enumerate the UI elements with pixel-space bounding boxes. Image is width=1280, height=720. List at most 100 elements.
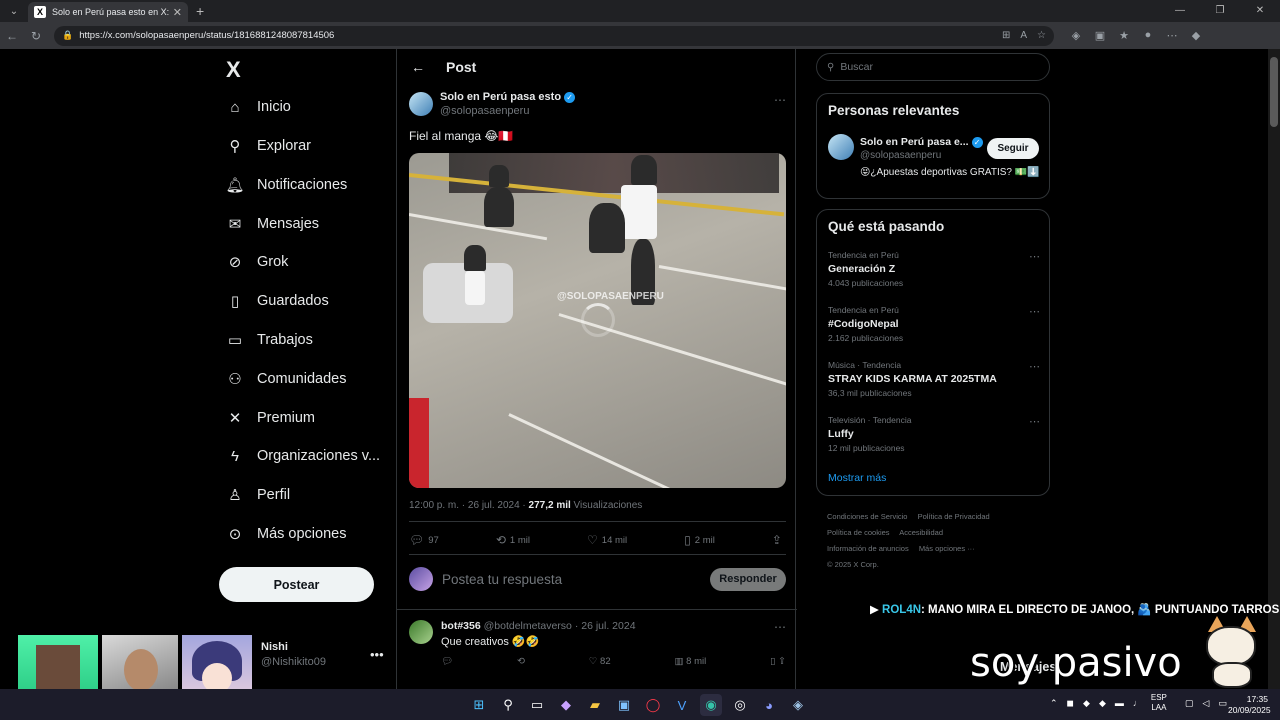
- nav-more[interactable]: ⊙ Más opciones: [226, 519, 347, 549]
- post-author[interactable]: Solo en Perú pasa esto ✓ @solopasaenperu: [409, 91, 576, 117]
- search-input[interactable]: ⚲ Buscar: [816, 53, 1050, 81]
- nav-bookmarks[interactable]: ▯ Guardados: [226, 286, 329, 316]
- url-bar[interactable]: 🔒 https://x.com/solopasaenperu/status/18…: [54, 25, 1054, 46]
- nav-organizations[interactable]: ϟ Organizaciones v...: [226, 441, 380, 471]
- tray-app-icon[interactable]: ◆: [1083, 698, 1090, 709]
- author-name[interactable]: Solo en Perú pasa esto: [440, 91, 561, 103]
- discord-icon[interactable]: ◕: [758, 694, 780, 716]
- trend-more-icon[interactable]: ⋯: [1029, 360, 1040, 373]
- x-logo[interactable]: X: [226, 57, 241, 83]
- reply-author-handle[interactable]: @botdelmetaverso: [484, 620, 572, 632]
- read-aloud-icon[interactable]: A: [1020, 30, 1027, 41]
- repost-action[interactable]: ⟲ 1 mil: [496, 533, 530, 547]
- tab-actions-icon[interactable]: ⌄: [0, 0, 28, 22]
- trend-more-icon[interactable]: ⋯: [1029, 250, 1040, 263]
- page-scrollbar[interactable]: [1268, 49, 1280, 689]
- trend-more-icon[interactable]: ⋯: [1029, 415, 1040, 428]
- show-more-link[interactable]: Mostrar más: [828, 472, 886, 484]
- profile-icon[interactable]: ●: [1136, 29, 1160, 42]
- opera-icon[interactable]: ◯: [642, 694, 664, 716]
- relevant-avatar[interactable]: [828, 134, 854, 160]
- microphone-icon[interactable]: ♩: [1133, 698, 1142, 708]
- reply-bookmark-icon[interactable]: ▯ ⇪: [770, 656, 786, 667]
- apps-icon[interactable]: ⊞: [1002, 30, 1010, 41]
- bookmark-action[interactable]: ▯ 2 mil: [684, 533, 715, 547]
- trend-item[interactable]: Televisión · Tendencia Luffy 12 mil publ…: [828, 415, 1040, 453]
- task-view-icon[interactable]: ▭: [526, 694, 548, 716]
- favorites-icon[interactable]: ★: [1112, 29, 1136, 42]
- trend-more-icon[interactable]: ⋯: [1029, 305, 1040, 318]
- taskbar-clock[interactable]: 17:35 20/09/2025: [1228, 694, 1271, 716]
- nav-jobs[interactable]: ▭ Trabajos: [226, 325, 313, 355]
- file-explorer-icon[interactable]: ▰: [584, 694, 606, 716]
- footer-link[interactable]: Accesibilidad: [899, 528, 943, 537]
- relevant-name[interactable]: Solo en Perú pasa e... ✓: [860, 136, 983, 148]
- trend-item[interactable]: Tendencia en Perú Generación Z 4.043 pub…: [828, 250, 1040, 288]
- minimize-icon[interactable]: —: [1160, 0, 1200, 22]
- nav-profile[interactable]: ♙ Perfil: [226, 480, 290, 510]
- nav-communities[interactable]: ⚇ Comunidades: [226, 364, 346, 394]
- back-icon[interactable]: ←: [0, 29, 24, 43]
- share-action[interactable]: ⇪: [772, 533, 786, 547]
- trend-item[interactable]: Tendencia en Perú #CodigoNepal 2.162 pub…: [828, 305, 1040, 343]
- store-icon[interactable]: ▣: [613, 694, 635, 716]
- reply-action[interactable]: 💬︎ 97: [409, 533, 439, 547]
- author-handle[interactable]: @solopasaenperu: [440, 105, 575, 117]
- new-tab-icon[interactable]: +: [196, 3, 204, 19]
- author-avatar[interactable]: [409, 92, 433, 116]
- nav-home[interactable]: ⌂ Inicio: [226, 92, 290, 122]
- reply-button[interactable]: Responder: [710, 567, 786, 591]
- nav-premium[interactable]: ✕ Premium: [226, 403, 315, 433]
- account-switcher[interactable]: Nishi @Nishikito09: [261, 641, 326, 668]
- search-icon[interactable]: ⚲: [497, 694, 519, 716]
- post-video[interactable]: @SOLOPASAENPERU: [409, 153, 786, 488]
- close-tab-icon[interactable]: ✕: [173, 6, 182, 19]
- scrollbar-thumb[interactable]: [1270, 57, 1278, 127]
- tray-app-icon[interactable]: ▬: [1115, 698, 1124, 708]
- footer-link[interactable]: Información de anuncios: [827, 544, 909, 553]
- relevant-handle[interactable]: @solopasaenperu: [860, 150, 941, 161]
- windows-start-icon[interactable]: ⊞: [468, 694, 490, 716]
- account-more-icon[interactable]: •••: [370, 647, 384, 662]
- post-more-icon[interactable]: ⋯: [774, 93, 786, 107]
- nav-explore[interactable]: ⚲ Explorar: [226, 131, 312, 161]
- nav-grok[interactable]: ⊘ Grok: [226, 247, 289, 277]
- visual-studio-icon[interactable]: V: [671, 694, 693, 716]
- steam-icon[interactable]: ◈: [787, 694, 809, 716]
- copilot-icon[interactable]: ◆: [1184, 29, 1208, 42]
- battery-icon[interactable]: ▭: [1218, 698, 1227, 709]
- reply-views-action[interactable]: ▥ 8 mil: [675, 656, 707, 667]
- language-indicator[interactable]: ESP LAA: [1151, 693, 1176, 713]
- nav-messages[interactable]: ✉ Mensajes: [226, 209, 319, 239]
- network-icon[interactable]: ▢: [1185, 698, 1194, 709]
- favorite-star-icon[interactable]: ☆: [1037, 30, 1046, 41]
- extension-icon[interactable]: ◈: [1064, 29, 1088, 42]
- nav-notifications[interactable]: 🔔︎ Notificaciones: [225, 170, 347, 200]
- split-screen-icon[interactable]: ▣: [1088, 29, 1112, 42]
- edge-icon[interactable]: ◉: [700, 694, 722, 716]
- footer-link[interactable]: Condiciones de Servicio: [827, 512, 907, 521]
- copilot-icon[interactable]: ◆: [555, 694, 577, 716]
- browser-tab[interactable]: X Solo en Perú pasa esto en X: "Fiel ✕: [28, 2, 188, 22]
- trend-item[interactable]: Música · Tendencia STRAY KIDS KARMA AT 2…: [828, 360, 1040, 398]
- reply-repost-icon[interactable]: ⟲: [517, 656, 525, 667]
- reply-author-name[interactable]: bot#356: [441, 620, 481, 632]
- reply-like-action[interactable]: ♡ 82: [589, 656, 611, 667]
- footer-link[interactable]: Más opciones ···: [919, 544, 975, 553]
- back-arrow-icon[interactable]: ←: [398, 59, 438, 75]
- tray-chevron-icon[interactable]: ⌃: [1050, 698, 1058, 709]
- tray-app-icon[interactable]: ◼: [1067, 698, 1074, 709]
- reply-input[interactable]: Postea tu respuesta: [442, 572, 710, 587]
- like-action[interactable]: ♡ 14 mil: [587, 533, 627, 547]
- refresh-icon[interactable]: ↻: [24, 29, 48, 43]
- footer-link[interactable]: Política de Privacidad: [918, 512, 990, 521]
- tray-app-icon[interactable]: ◆: [1099, 698, 1106, 709]
- footer-link[interactable]: Política de cookies: [827, 528, 890, 537]
- follow-button[interactable]: Seguir: [987, 138, 1039, 159]
- close-window-icon[interactable]: ✕: [1240, 0, 1280, 22]
- reply-avatar[interactable]: [409, 620, 433, 644]
- restore-icon[interactable]: ❐: [1200, 0, 1240, 22]
- post-button[interactable]: Postear: [219, 567, 374, 602]
- obs-icon[interactable]: ◎: [729, 694, 751, 716]
- reply-more-icon[interactable]: ⋯: [774, 620, 786, 634]
